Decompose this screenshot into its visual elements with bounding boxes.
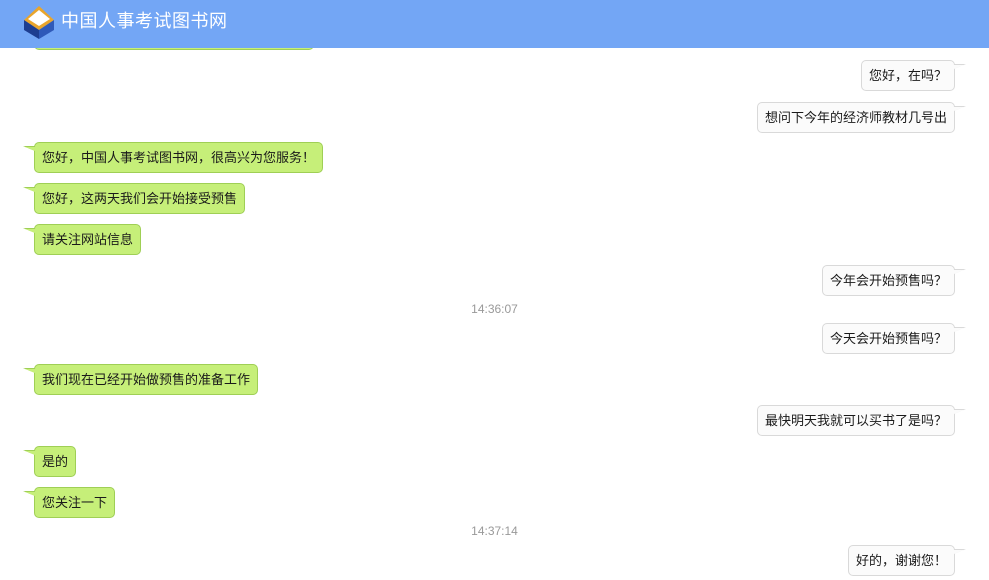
message-timestamp: 14:36:07 <box>471 302 518 316</box>
book-logo-icon[interactable] <box>22 3 56 41</box>
bubble-tail <box>954 409 966 419</box>
bubble-tail <box>954 327 966 337</box>
message-text: 今年会开始预售吗？ <box>829 274 947 289</box>
message-bubble-customer: 今年会开始预售吗？ <box>821 265 966 296</box>
message-text: 您好，这两天我们会开始接受预售 <box>42 192 238 207</box>
message-bubble-customer: 好的，谢谢您！ <box>847 545 966 576</box>
bubble-tail <box>23 368 35 378</box>
bubble-tail <box>23 491 35 501</box>
message-text: 您关注一下 <box>42 496 108 511</box>
bubble-tail <box>954 549 966 559</box>
message-timestamp: 14:37:14 <box>471 524 518 538</box>
message-text: 最快明天我就可以买书了是吗？ <box>764 414 947 429</box>
bubble-tail <box>23 187 35 197</box>
message-bubble-service: 我们现在已经开始做预售的准备工作 <box>23 364 259 395</box>
message-text: 今天会开始预售吗？ <box>829 332 947 347</box>
message-bubble-service: 请关注网站信息 <box>23 224 142 255</box>
site-brand-name[interactable]: 中国人事考试图书网 <box>61 10 228 34</box>
bubble-tail <box>23 146 35 156</box>
message-bubble-customer: 今天会开始预售吗？ <box>821 323 966 354</box>
message-bubble-service: 您好，中国人事考试图书网，很高兴为您服务！ <box>23 142 324 173</box>
message-text: 您好，中国人事考试图书网，很高兴为您服务！ <box>42 151 316 166</box>
message-bubble-service: 您好，这两天我们会开始接受预售 <box>23 183 246 214</box>
bubble-tail <box>23 228 35 238</box>
bubble-tail <box>954 64 966 74</box>
bubble-tail <box>954 106 966 116</box>
site-header: 中国人事考试图书网 <box>0 0 989 48</box>
message-text: 好的，谢谢您！ <box>855 554 947 569</box>
message-text: 您好，在吗？ <box>868 69 947 84</box>
message-text: 我们现在已经开始做预售的准备工作 <box>42 373 251 388</box>
message-bubble-customer: 您好，在吗？ <box>860 60 966 91</box>
chat-history[interactable]: 您好，在吗？ 想问下今年的经济师教材几号出 您好，中国人事考试图书网，很高兴为您… <box>0 0 989 580</box>
bubble-tail <box>23 450 35 460</box>
message-bubble-customer: 最快明天我就可以买书了是吗？ <box>756 405 966 436</box>
message-bubble-service: 您关注一下 <box>23 487 116 518</box>
message-text: 是的 <box>42 455 69 470</box>
message-text: 请关注网站信息 <box>42 233 134 248</box>
message-text: 想问下今年的经济师教材几号出 <box>764 111 947 126</box>
bubble-tail <box>954 269 966 279</box>
message-bubble-service: 是的 <box>23 446 77 477</box>
message-bubble-customer: 想问下今年的经济师教材几号出 <box>756 102 966 133</box>
